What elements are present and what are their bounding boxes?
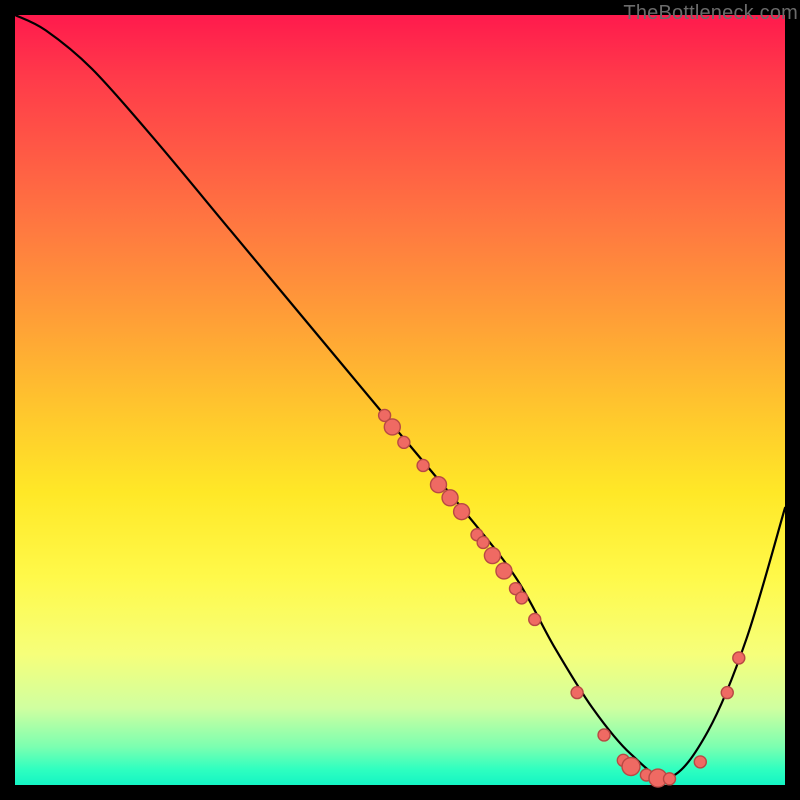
data-point — [417, 459, 429, 471]
bottleneck-curve — [15, 15, 785, 778]
data-point — [484, 548, 500, 564]
data-point — [496, 563, 512, 579]
data-point — [454, 504, 470, 520]
data-point — [431, 477, 447, 493]
data-point — [398, 436, 410, 448]
data-point — [664, 773, 676, 785]
data-point — [384, 419, 400, 435]
data-point — [571, 687, 583, 699]
data-point — [721, 687, 733, 699]
data-point — [442, 490, 458, 506]
chart-frame: TheBottleneck.com — [0, 0, 800, 800]
data-point — [622, 758, 640, 776]
data-point — [529, 613, 541, 625]
data-point — [516, 592, 528, 604]
watermark-label: TheBottleneck.com — [623, 2, 798, 25]
data-point-group — [379, 409, 745, 787]
chart-overlay — [15, 15, 785, 785]
data-point — [598, 729, 610, 741]
data-point — [733, 652, 745, 664]
data-point — [477, 536, 489, 548]
data-point — [694, 756, 706, 768]
